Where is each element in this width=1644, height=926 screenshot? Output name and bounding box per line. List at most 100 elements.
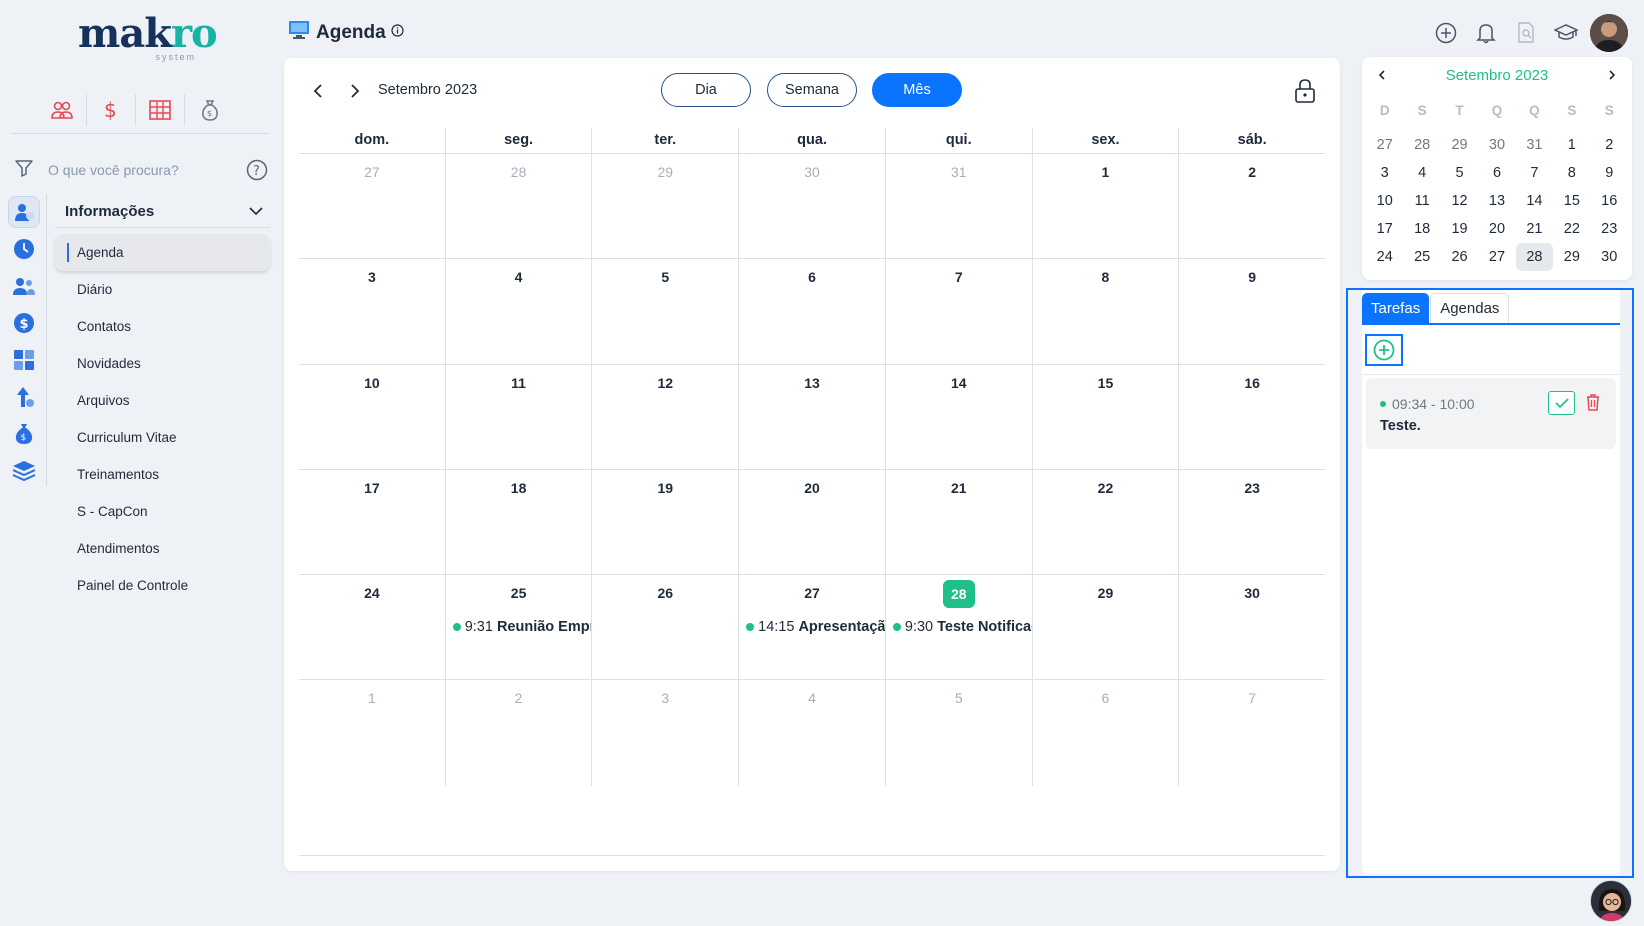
mini-day[interactable]: 16 (1591, 187, 1628, 215)
day-cell[interactable]: 10 (299, 364, 446, 469)
calendar-event[interactable]: 9:30Teste Notificação (892, 619, 1032, 635)
sidebar-item-agenda[interactable]: Agenda (55, 234, 270, 271)
day-cell[interactable]: 30 (739, 154, 886, 259)
sidebar-item-curriculum[interactable]: Curriculum Vitae (55, 419, 270, 456)
mini-day[interactable]: 14 (1516, 187, 1553, 215)
day-cell[interactable]: 19 (592, 469, 740, 575)
day-cell[interactable]: 14 (886, 364, 1033, 469)
document-search-icon[interactable] (1506, 15, 1546, 51)
day-cell[interactable]: 5 (886, 680, 1033, 786)
mini-day[interactable]: 11 (1403, 187, 1440, 215)
mini-day[interactable]: 12 (1441, 187, 1478, 215)
mini-day[interactable]: 10 (1366, 187, 1403, 215)
mini-day[interactable]: 4 (1403, 159, 1440, 187)
day-cell[interactable]: 30 (1179, 575, 1325, 679)
info-user-icon[interactable] (8, 196, 40, 228)
mini-day[interactable]: 30 (1591, 243, 1628, 271)
day-cell[interactable]: 20 (739, 469, 886, 575)
day-cell[interactable]: 9 (1179, 259, 1325, 363)
day-cell[interactable]: 29 (1033, 575, 1180, 680)
next-month-button[interactable] (344, 80, 366, 102)
view-day-button[interactable]: Dia (661, 73, 751, 107)
mini-day[interactable]: 27 (1366, 131, 1403, 159)
add-circle-icon[interactable] (1426, 15, 1466, 51)
day-cell[interactable]: 7 (886, 259, 1033, 364)
day-cell[interactable]: 25 9:31Reunião Empresa (446, 575, 593, 680)
day-cell[interactable]: 17 (299, 469, 446, 575)
sidebar-item-contatos[interactable]: Contatos (55, 308, 270, 345)
mini-day[interactable]: 9 (1591, 159, 1628, 187)
day-cell[interactable]: 3 (299, 259, 446, 364)
mini-day[interactable]: 7 (1516, 159, 1553, 187)
sidebar-item-diario[interactable]: Diário (55, 271, 270, 308)
mini-day[interactable]: 18 (1403, 215, 1440, 243)
view-week-button[interactable]: Semana (767, 73, 857, 107)
search-input[interactable] (48, 162, 228, 178)
day-cell[interactable]: 26 (592, 575, 740, 680)
mini-day[interactable]: 8 (1553, 159, 1590, 187)
day-cell[interactable]: 6 (1033, 680, 1180, 786)
day-cell-today[interactable]: 28 9:30Teste Notificação (886, 575, 1033, 680)
money-bag-blue-icon[interactable]: $ (8, 418, 40, 450)
view-month-button[interactable]: Mês (872, 73, 962, 107)
chevron-down-icon[interactable] (248, 203, 264, 221)
mini-day[interactable]: 31 (1516, 131, 1553, 159)
day-cell[interactable]: 23 (1179, 470, 1325, 574)
spreadsheet-icon[interactable] (136, 94, 185, 126)
task-item[interactable]: 09:34 - 10:00 Teste. (1366, 378, 1616, 449)
mini-day[interactable]: 13 (1478, 187, 1515, 215)
bell-icon[interactable] (1466, 15, 1506, 51)
day-cell[interactable]: 28 (446, 154, 593, 259)
day-cell[interactable]: 31 (886, 154, 1033, 259)
calendar-event[interactable]: 9:31Reunião Empresa (452, 619, 591, 635)
day-cell[interactable]: 2 (446, 680, 593, 786)
sidebar-item-novidades[interactable]: Novidades (55, 345, 270, 382)
layers-icon[interactable] (8, 455, 40, 487)
mini-day[interactable]: 17 (1366, 215, 1403, 243)
day-cell[interactable]: 16 (1179, 365, 1325, 469)
help-icon[interactable]: ? (246, 159, 268, 186)
day-cell[interactable]: 6 (739, 259, 886, 364)
day-cell[interactable]: 1 (1033, 154, 1180, 259)
delete-task-button[interactable] (1586, 393, 1600, 416)
sidebar-item-painel[interactable]: Painel de Controle (55, 567, 270, 604)
day-cell[interactable]: 18 (446, 469, 593, 575)
complete-task-button[interactable] (1548, 391, 1575, 415)
day-cell[interactable]: 3 (592, 680, 740, 786)
mini-day[interactable]: 22 (1553, 215, 1590, 243)
day-cell[interactable]: 12 (592, 364, 740, 469)
mini-day[interactable]: 26 (1441, 243, 1478, 271)
day-cell[interactable]: 5 (592, 259, 740, 364)
add-task-button[interactable] (1365, 334, 1403, 366)
mini-day[interactable]: 30 (1478, 131, 1515, 159)
calendar-event[interactable]: 14:15 Apresentação (746, 619, 885, 635)
sidebar-item-arquivos[interactable]: Arquivos (55, 382, 270, 419)
filter-icon[interactable] (14, 158, 34, 183)
menu-section-header[interactable]: Informações (55, 196, 270, 228)
clock-icon[interactable] (8, 233, 40, 265)
tab-agendas[interactable]: Agendas (1430, 293, 1510, 323)
day-cell[interactable]: 15 (1033, 364, 1180, 469)
mini-day[interactable]: 24 (1366, 243, 1403, 271)
sidebar-item-treinamentos[interactable]: Treinamentos (55, 456, 270, 493)
day-cell[interactable]: 13 (739, 364, 886, 469)
mini-day[interactable]: 28 (1515, 243, 1554, 271)
mini-day[interactable]: 23 (1591, 215, 1628, 243)
finance-icon[interactable]: $ (8, 307, 40, 339)
mini-day[interactable]: 15 (1553, 187, 1590, 215)
growth-icon[interactable] (8, 381, 40, 413)
brand-logo[interactable]: makro system (78, 14, 218, 64)
mini-day[interactable]: 21 (1516, 215, 1553, 243)
lock-icon[interactable] (1294, 78, 1316, 109)
mini-day[interactable]: 5 (1441, 159, 1478, 187)
day-cell[interactable]: 21 (886, 469, 1033, 575)
day-cell[interactable]: 27 (299, 154, 446, 259)
mini-day[interactable]: 3 (1366, 159, 1403, 187)
dollar-icon[interactable]: $ (87, 94, 136, 126)
day-cell[interactable]: 29 (592, 154, 740, 259)
mini-day[interactable]: 19 (1441, 215, 1478, 243)
money-bag-icon[interactable]: $ (185, 94, 234, 126)
prev-month-button[interactable] (307, 80, 329, 102)
calculator-icon[interactable] (8, 344, 40, 376)
user-avatar[interactable] (1590, 14, 1628, 52)
